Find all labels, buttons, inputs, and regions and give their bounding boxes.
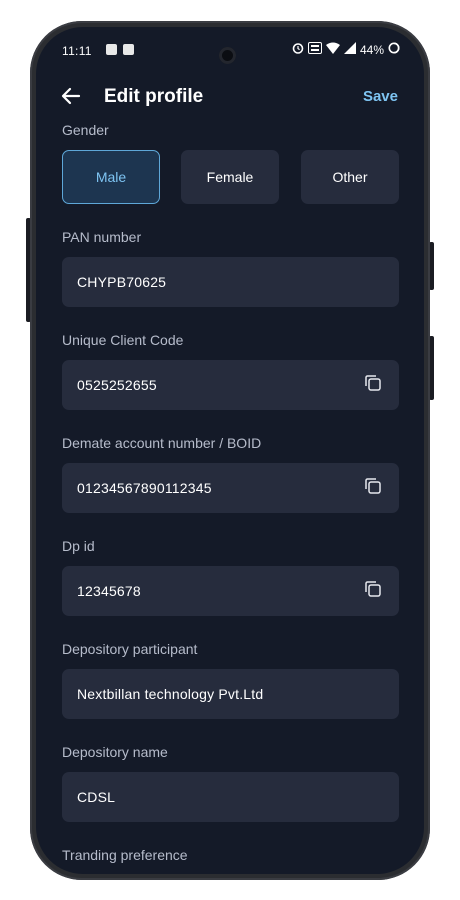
battery-percent: 44% bbox=[359, 42, 384, 57]
dp-id-field: 12345678 bbox=[62, 566, 399, 616]
boid-label: Demate account number / BOID bbox=[62, 435, 262, 451]
copy-icon[interactable] bbox=[364, 580, 382, 598]
dp-id-value: 12345678 bbox=[77, 583, 141, 599]
trading-preference-label: Tranding preference bbox=[62, 847, 188, 863]
gender-option-male[interactable]: Male bbox=[62, 150, 160, 204]
status-time: 11:11 bbox=[62, 44, 92, 58]
dp-name-field[interactable]: CDSL bbox=[62, 772, 399, 822]
status-icons: 44% bbox=[292, 42, 400, 57]
pan-value: CHYPB70625 bbox=[77, 274, 167, 290]
volte-icon bbox=[307, 42, 322, 57]
wifi-icon bbox=[325, 42, 340, 57]
boid-value: 01234567890112345 bbox=[77, 480, 212, 496]
page-title: Edit profile bbox=[104, 86, 204, 107]
save-button[interactable]: Save bbox=[363, 88, 398, 105]
signal-icon bbox=[343, 42, 356, 57]
dp-participant-label: Depository participant bbox=[62, 641, 198, 657]
notification-app-icon bbox=[106, 44, 117, 55]
dp-id-label: Dp id bbox=[62, 538, 95, 554]
front-camera bbox=[219, 47, 236, 64]
dp-name-label: Depository name bbox=[62, 744, 168, 760]
copy-icon[interactable] bbox=[364, 477, 382, 495]
dp-name-value: CDSL bbox=[77, 789, 116, 805]
notification-image-icon bbox=[123, 44, 134, 55]
boid-field: 01234567890112345 bbox=[62, 463, 399, 513]
dp-participant-field[interactable]: Nextbillan technology Pvt.Ltd bbox=[62, 669, 399, 719]
gender-label: Gender bbox=[62, 122, 109, 138]
ucc-label: Unique Client Code bbox=[62, 332, 184, 348]
dp-participant-value: Nextbillan technology Pvt.Ltd bbox=[77, 686, 264, 702]
phone-frame: 11:11 44% Edit profile Save Gender Male … bbox=[30, 21, 430, 880]
battery-icon bbox=[388, 42, 400, 57]
gender-option-female[interactable]: Female bbox=[181, 150, 279, 204]
copy-icon[interactable] bbox=[364, 374, 382, 392]
status-bar: 11:11 44% bbox=[36, 27, 424, 77]
alarm-icon bbox=[292, 42, 304, 57]
app-screen: 11:11 44% Edit profile Save Gender Male … bbox=[36, 27, 424, 874]
ucc-field: 0525252655 bbox=[62, 360, 399, 410]
pan-field[interactable]: CHYPB70625 bbox=[62, 257, 399, 307]
back-arrow-icon[interactable] bbox=[60, 83, 88, 111]
ucc-value: 0525252655 bbox=[77, 377, 157, 393]
top-app-bar: Edit profile Save bbox=[36, 83, 424, 123]
pan-label: PAN number bbox=[62, 229, 142, 245]
gender-option-other[interactable]: Other bbox=[301, 150, 399, 204]
